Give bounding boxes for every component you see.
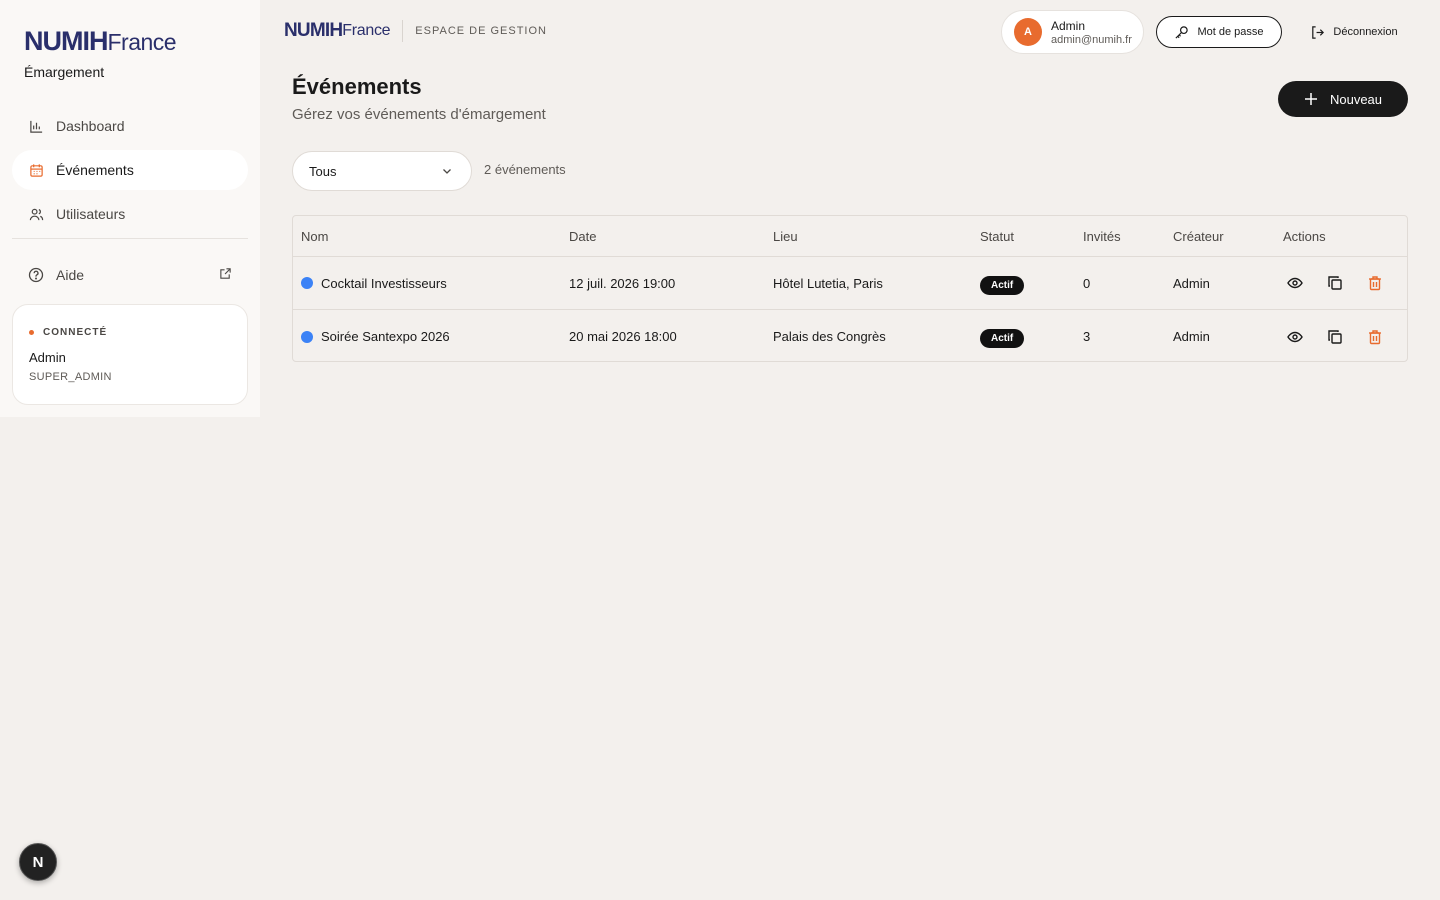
user-menu[interactable]: A Admin admin@numih.fr xyxy=(1001,10,1144,54)
filter-selected-value: Tous xyxy=(309,163,337,179)
sidebar-item-dashboard[interactable]: Dashboard xyxy=(12,106,248,146)
new-event-label: Nouveau xyxy=(1329,91,1383,107)
event-name: Cocktail Investisseurs xyxy=(321,275,447,291)
new-event-button[interactable]: Nouveau xyxy=(1278,81,1408,117)
status-badge: Actif xyxy=(980,329,1025,348)
sidebar-nav: Dashboard Événements Utilisateurs Aide xyxy=(12,106,248,299)
column-header-creator[interactable]: Créateur xyxy=(1173,229,1224,244)
password-button[interactable]: Mot de passe xyxy=(1156,16,1282,48)
event-guests: 3 xyxy=(1083,329,1091,344)
row-actions xyxy=(1283,271,1403,295)
trash-icon[interactable] xyxy=(1363,271,1387,295)
column-header-name[interactable]: Nom xyxy=(301,229,328,244)
view-icon[interactable] xyxy=(1283,271,1307,295)
top-brand-numih: NUMIH xyxy=(284,20,343,41)
logout-icon xyxy=(1310,25,1325,40)
page-title: Événements xyxy=(292,74,422,99)
sidebar-item-label: Utilisateurs xyxy=(56,206,126,222)
duplicate-icon[interactable] xyxy=(1323,271,1347,295)
sidebar-item-users[interactable]: Utilisateurs xyxy=(12,194,248,234)
table-row[interactable]: Cocktail Investisseurs 12 juil. 2026 19:… xyxy=(293,257,1407,310)
status-badge-cell: Actif xyxy=(980,329,1025,348)
logout-label: Déconnexion xyxy=(1333,26,1398,38)
event-guests: 0 xyxy=(1083,275,1091,291)
connected-label: CONNECTÉ xyxy=(29,327,231,338)
top-brand: NUMIH France ESPACE DE GESTION xyxy=(284,20,547,42)
event-color-dot xyxy=(301,277,313,289)
plus-icon xyxy=(1304,92,1318,106)
event-name: Soirée Santexpo 2026 xyxy=(321,329,450,344)
event-place: Palais des Congrès xyxy=(773,329,886,344)
sidebar-item-help[interactable]: Aide xyxy=(12,255,248,295)
event-place: Hôtel Lutetia, Paris xyxy=(773,275,883,291)
user-info: Admin admin@numih.fr xyxy=(1051,19,1132,46)
sidebar-item-label: Événements xyxy=(56,162,134,178)
status-dot xyxy=(29,330,34,335)
external-link-icon xyxy=(219,267,232,283)
user-name: Admin xyxy=(1051,18,1086,33)
column-header-actions: Actions xyxy=(1283,228,1326,244)
brand-numih: NUMIH xyxy=(24,26,108,56)
event-name-cell: Cocktail Investisseurs xyxy=(301,276,447,291)
space-label: ESPACE DE GESTION xyxy=(415,25,547,37)
password-label: Mot de passe xyxy=(1197,26,1264,38)
user-email: admin@numih.fr xyxy=(1051,33,1132,46)
status-badge: Actif xyxy=(980,275,1025,295)
users-icon xyxy=(28,206,44,222)
brand-france: France xyxy=(107,29,177,55)
column-header-place[interactable]: Lieu xyxy=(773,229,798,244)
dev-tools-badge[interactable]: N xyxy=(19,843,57,881)
event-name-cell: Soirée Santexpo 2026 xyxy=(301,329,450,344)
table-row[interactable]: Soirée Santexpo 2026 20 mai 2026 18:00 P… xyxy=(293,310,1407,361)
page-subtitle: Gérez vos événements d'émargement xyxy=(292,106,546,123)
avatar: A xyxy=(1014,18,1042,46)
sidebar-item-label: Aide xyxy=(56,267,85,283)
trash-icon[interactable] xyxy=(1363,325,1387,349)
key-icon xyxy=(1174,25,1189,40)
row-actions xyxy=(1283,325,1403,349)
bar-chart-icon xyxy=(28,118,44,134)
top-separator xyxy=(402,20,404,42)
column-header-date[interactable]: Date xyxy=(569,229,596,244)
sidebar-item-events[interactable]: Événements xyxy=(12,150,248,190)
view-icon[interactable] xyxy=(1283,325,1307,349)
event-count: 2 événements xyxy=(484,162,566,177)
event-creator: Admin xyxy=(1173,329,1210,344)
chevron-down-icon xyxy=(441,165,453,177)
logout-button[interactable]: Déconnexion xyxy=(1300,16,1408,48)
app-name: Émargement xyxy=(24,64,105,80)
calendar-icon xyxy=(28,162,44,178)
event-date: 20 mai 2026 18:00 xyxy=(569,329,677,344)
event-color-dot xyxy=(301,330,313,343)
duplicate-icon[interactable] xyxy=(1323,325,1347,349)
sidebar: NUMIH France Émargement Dashboard Événem… xyxy=(0,0,260,417)
connected-role: SUPER_ADMIN xyxy=(29,371,112,383)
column-header-status[interactable]: Statut xyxy=(980,229,1014,244)
connected-user-card: CONNECTÉ Admin SUPER_ADMIN xyxy=(12,304,248,405)
column-header-guests[interactable]: Invités xyxy=(1083,229,1121,244)
help-circle-icon xyxy=(28,267,44,283)
connected-name: Admin xyxy=(29,350,66,365)
event-creator: Admin xyxy=(1173,275,1210,291)
status-filter-select[interactable]: Tous xyxy=(292,151,472,191)
event-date: 12 juil. 2026 19:00 xyxy=(569,275,676,291)
sidebar-item-label: Dashboard xyxy=(56,118,125,134)
top-brand-france: France xyxy=(342,22,391,39)
events-table: Nom Date Lieu Statut Invités Créateur Ac… xyxy=(292,215,1408,362)
nav-divider xyxy=(12,238,248,239)
brand-logo[interactable]: NUMIH France xyxy=(24,26,177,57)
connected-text: CONNECTÉ xyxy=(43,327,108,338)
status-badge-cell: Actif xyxy=(980,275,1025,295)
table-header: Nom Date Lieu Statut Invités Créateur Ac… xyxy=(293,216,1407,257)
